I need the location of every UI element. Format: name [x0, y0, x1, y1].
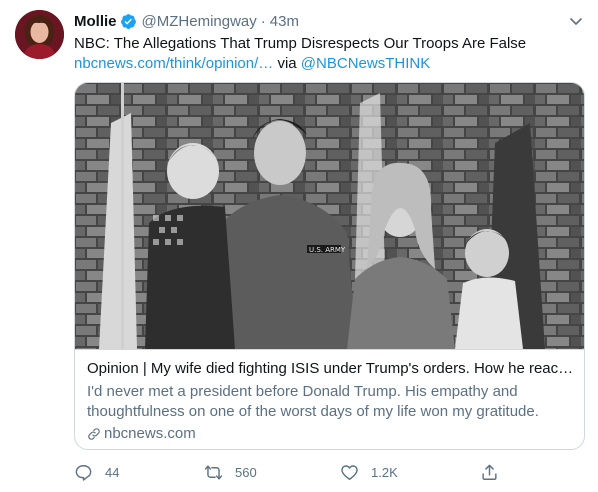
- share-button[interactable]: [480, 460, 499, 484]
- more-options-chevron-icon[interactable]: [566, 11, 586, 31]
- tweet-article-link[interactable]: nbcnews.com/think/opinion/…: [74, 55, 273, 72]
- retweet-count: 560: [235, 464, 257, 480]
- like-button[interactable]: 1.2K: [340, 460, 398, 484]
- avatar[interactable]: [15, 10, 64, 59]
- heart-icon: [341, 464, 358, 480]
- card-divider: [75, 349, 584, 350]
- reply-icon: [75, 464, 92, 481]
- via-handle-link[interactable]: @NBCNewsTHINK: [301, 55, 430, 72]
- card-body: Opinion | My wife died fighting ISIS und…: [87, 359, 575, 444]
- link-preview-card[interactable]: U.S. ARMY Opinion | My wife died fightin…: [74, 82, 585, 450]
- share-icon: [482, 464, 497, 480]
- reply-button[interactable]: 44: [74, 460, 119, 484]
- tweet-timestamp[interactable]: 43m: [270, 13, 299, 30]
- link-icon: [88, 428, 100, 440]
- author-handle[interactable]: @MZHemingway: [142, 13, 257, 30]
- via-text: via: [273, 55, 301, 72]
- verified-badge-icon: [120, 13, 137, 30]
- header-separator: ·: [260, 12, 266, 30]
- tweet[interactable]: Mollie @MZHemingway · 43m NBC: The Alleg…: [0, 0, 598, 492]
- card-domain-text: nbcnews.com: [104, 425, 196, 442]
- card-title: Opinion | My wife died fighting ISIS und…: [87, 360, 575, 377]
- tweet-actions: 44 560 1.2K: [74, 460, 584, 484]
- card-domain: nbcnews.com: [87, 424, 575, 444]
- author-name[interactable]: Mollie: [74, 13, 117, 30]
- retweet-button[interactable]: 560: [204, 460, 257, 484]
- tweet-header: Mollie @MZHemingway · 43m: [74, 11, 299, 31]
- like-count: 1.2K: [371, 464, 398, 480]
- card-photo: U.S. ARMY: [75, 83, 584, 349]
- reply-count: 44: [105, 464, 120, 480]
- card-description: I'd never met a president before Donald …: [87, 383, 539, 420]
- tweet-text: NBC: The Allegations That Trump Disrespe…: [74, 34, 584, 74]
- photo-us-army-tag: U.S. ARMY: [309, 246, 346, 254]
- retweet-icon: [204, 464, 223, 480]
- tweet-body-text: NBC: The Allegations That Trump Disrespe…: [74, 35, 527, 52]
